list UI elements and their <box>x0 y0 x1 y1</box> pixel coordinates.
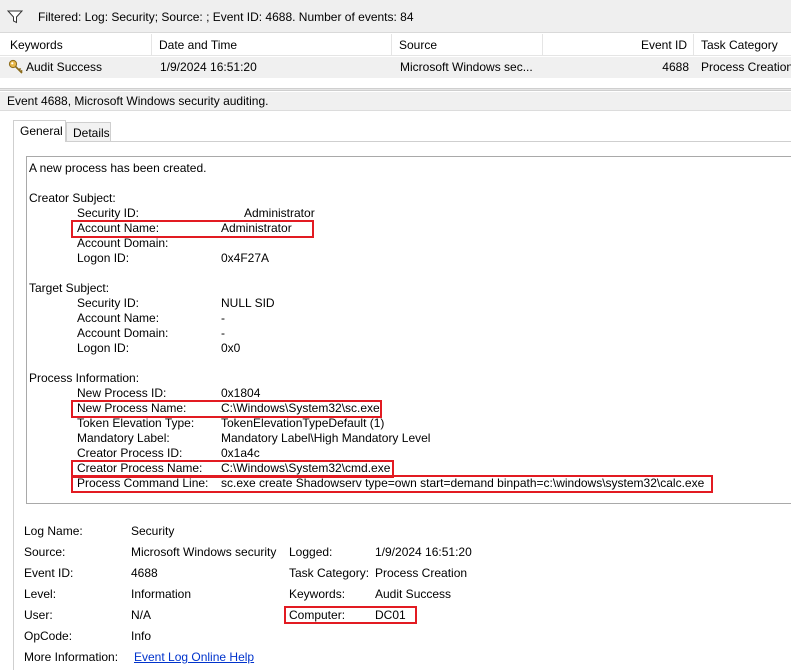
column-event-id[interactable]: Event ID <box>544 34 694 56</box>
summary-value-user: N/A <box>131 608 152 622</box>
target-subject-heading: Target Subject: <box>29 281 110 295</box>
field-label: Mandatory Label: <box>77 431 170 445</box>
field-value: 0x4F27A <box>221 251 270 265</box>
field-label: Security ID: <box>77 206 140 220</box>
row-event-id: 4688 <box>662 60 689 74</box>
highlight-new-process-name <box>71 400 382 418</box>
creator-subject-heading: Creator Subject: <box>29 191 116 205</box>
summary-value-event-id: 4688 <box>131 566 158 580</box>
field-value: 0x0 <box>221 341 241 355</box>
field-label: Account Name: <box>77 311 160 325</box>
field-label: Logon ID: <box>77 251 130 265</box>
summary-label: Task Category: <box>289 566 370 580</box>
key-icon <box>8 59 23 74</box>
summary-label: OpCode: <box>24 629 73 643</box>
field-value: 0x1804 <box>221 386 261 400</box>
tab-details[interactable]: Details <box>66 122 111 142</box>
summary-value-level: Information <box>131 587 192 601</box>
summary-value-source: Microsoft Windows security <box>131 545 277 559</box>
field-value: 0x1a4c <box>221 446 260 460</box>
tab-general[interactable]: General <box>13 120 66 142</box>
column-source[interactable]: Source <box>393 34 543 56</box>
funnel-icon[interactable] <box>7 10 23 24</box>
field-value: - <box>221 326 225 340</box>
row-date-time: 1/9/2024 16:51:20 <box>160 60 257 74</box>
field-label: Security ID: <box>77 296 140 310</box>
field-label: New Process ID: <box>77 386 167 400</box>
field-label: Account Domain: <box>77 236 169 250</box>
field-value: - <box>221 311 225 325</box>
summary-value-log-name: Security <box>131 524 175 538</box>
column-keywords[interactable]: Keywords <box>4 34 152 56</box>
summary-label: Logged: <box>289 545 333 559</box>
summary-value-keywords: Audit Success <box>375 587 452 601</box>
summary-label: Keywords: <box>289 587 346 601</box>
highlight-computer <box>284 606 417 624</box>
summary-value-task-category: Process Creation <box>375 566 468 580</box>
field-value: Mandatory Label\High Mandatory Level <box>221 431 431 445</box>
process-information-heading: Process Information: <box>29 371 140 385</box>
field-label: Creator Process ID: <box>77 446 183 460</box>
event-log-online-help-link[interactable]: Event Log Online Help <box>134 650 254 665</box>
highlight-command-line <box>71 475 713 493</box>
field-label: Token Elevation Type: <box>77 416 195 430</box>
summary-label: More Information: <box>24 650 119 664</box>
event-list-header: Keywords Date and Time Source Event ID T… <box>0 34 791 56</box>
column-task-category[interactable]: Task Category <box>695 34 791 56</box>
summary-label: Event ID: <box>24 566 74 580</box>
highlight-account-name <box>71 220 314 238</box>
field-label: Logon ID: <box>77 341 130 355</box>
summary-label: Log Name: <box>24 524 83 538</box>
field-value: NULL SID <box>221 296 275 310</box>
column-date-time[interactable]: Date and Time <box>153 34 392 56</box>
message-intro: A new process has been created. <box>29 161 207 175</box>
summary-value-opcode: Info <box>131 629 152 643</box>
filter-bar: Filtered: Log: Security; Source: ; Event… <box>0 0 791 33</box>
field-value: TokenElevationTypeDefault (1) <box>221 416 385 430</box>
summary-value-logged: 1/9/2024 16:51:20 <box>375 545 472 559</box>
event-detail-title: Event 4688, Microsoft Windows security a… <box>0 92 791 111</box>
row-task-category: Process Creation <box>701 60 791 74</box>
pane-splitter[interactable] <box>0 88 791 91</box>
row-keywords: Audit Success <box>26 60 103 74</box>
summary-label: Source: <box>24 545 66 559</box>
summary-label: Level: <box>24 587 57 601</box>
summary-label: User: <box>24 608 53 622</box>
row-source: Microsoft Windows sec... <box>400 60 533 74</box>
field-value: Administrator <box>244 206 315 220</box>
event-row[interactable]: Audit Success 1/9/2024 16:51:20 Microsof… <box>0 57 791 78</box>
filter-description: Filtered: Log: Security; Source: ; Event… <box>38 10 414 24</box>
field-label: Account Domain: <box>77 326 169 340</box>
